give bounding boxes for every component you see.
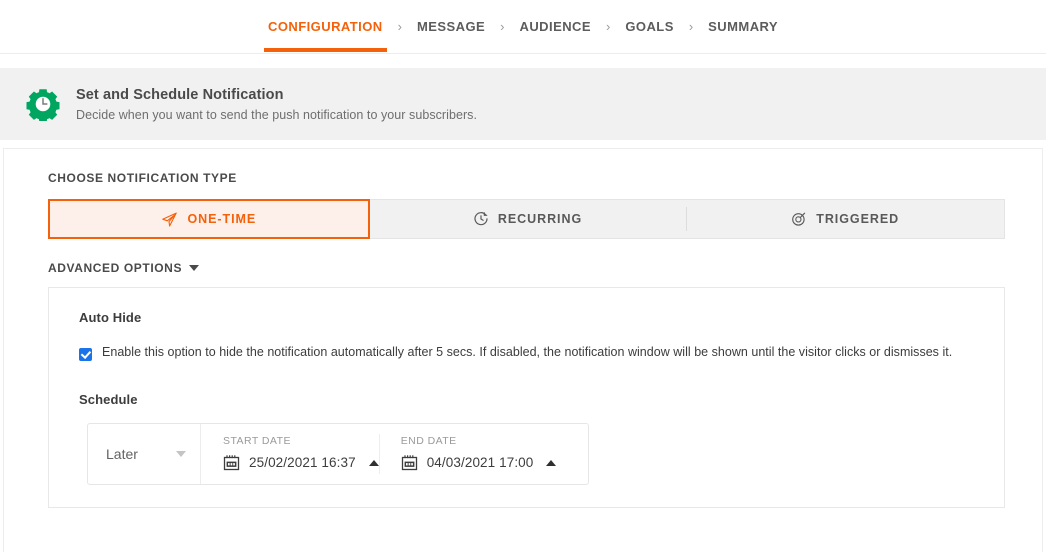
configuration-card: CHOOSE NOTIFICATION TYPE ONE-TIME RECURR… [3, 148, 1043, 552]
wizard-separator: › [498, 0, 506, 54]
notification-type-tab-recurring[interactable]: RECURRING [369, 200, 687, 238]
end-date-value: 04/03/2021 17:00 [427, 455, 534, 470]
auto-hide-row: Enable this option to hide the notificat… [79, 346, 976, 361]
choose-notification-type-label: CHOOSE NOTIFICATION TYPE [48, 171, 1000, 185]
notification-type-tab-triggered[interactable]: TRIGGERED [686, 200, 1004, 238]
schedule-when-value: Later [106, 446, 138, 462]
notification-type-tab-one-time[interactable]: ONE-TIME [48, 199, 370, 239]
chevron-down-icon [176, 451, 186, 457]
auto-hide-description: Enable this option to hide the notificat… [102, 346, 952, 360]
calendar-icon [401, 454, 418, 471]
notification-type-label: RECURRING [498, 212, 582, 226]
schedule-control: Later START DATE [87, 423, 589, 485]
banner-text: Set and Schedule Notification Decide whe… [76, 87, 477, 122]
notification-type-label: ONE-TIME [187, 212, 256, 226]
wizard-step-goals[interactable]: GOALS [612, 0, 686, 54]
auto-hide-checkbox[interactable] [79, 348, 92, 361]
wizard-step-label: GOALS [625, 19, 673, 34]
paper-plane-icon [161, 211, 178, 228]
advanced-options-panel: Auto Hide Enable this option to hide the… [48, 287, 1005, 508]
advanced-options-toggle[interactable]: ADVANCED OPTIONS [48, 261, 199, 275]
banner-title: Set and Schedule Notification [76, 87, 477, 103]
caret-down-icon [189, 265, 199, 271]
clock-refresh-icon [473, 211, 489, 227]
wizard-separator: › [687, 0, 695, 54]
wizard-navigation: CONFIGURATION › MESSAGE › AUDIENCE › GOA… [0, 0, 1046, 54]
schedule-when-select[interactable]: Later [88, 424, 201, 484]
calendar-icon [223, 454, 240, 471]
end-date-stepper-up-icon[interactable] [546, 460, 556, 466]
end-date-caption: END DATE [401, 435, 557, 447]
end-date-field[interactable]: END DATE 04/03/2021 17:00 [379, 424, 557, 484]
start-date-caption: START DATE [223, 435, 379, 447]
start-date-value-row: 25/02/2021 16:37 [223, 454, 379, 471]
page-banner: Set and Schedule Notification Decide whe… [0, 68, 1046, 140]
wizard-step-configuration[interactable]: CONFIGURATION [255, 0, 396, 54]
wizard-step-label: SUMMARY [708, 19, 778, 34]
notification-type-label: TRIGGERED [816, 212, 899, 226]
wizard-step-label: MESSAGE [417, 19, 485, 34]
gear-clock-icon [26, 87, 60, 121]
advanced-options-label: ADVANCED OPTIONS [48, 261, 182, 275]
wizard-step-audience[interactable]: AUDIENCE [507, 0, 605, 54]
start-date-stepper-up-icon[interactable] [369, 460, 379, 466]
start-date-value: 25/02/2021 16:37 [249, 455, 356, 470]
schedule-title: Schedule [79, 392, 976, 407]
target-icon [791, 211, 807, 227]
banner-subtitle: Decide when you want to send the push no… [76, 108, 477, 122]
notification-type-tabs: ONE-TIME RECURRING TRIGGERED [48, 199, 1005, 239]
wizard-step-summary[interactable]: SUMMARY [695, 0, 791, 54]
wizard-step-label: AUDIENCE [520, 19, 592, 34]
wizard-separator: › [604, 0, 612, 54]
wizard-step-message[interactable]: MESSAGE [404, 0, 498, 54]
wizard-step-label: CONFIGURATION [268, 19, 383, 34]
start-date-field[interactable]: START DATE 25/02/2021 16:37 [201, 424, 379, 484]
wizard-separator: › [396, 0, 404, 54]
auto-hide-title: Auto Hide [79, 310, 976, 325]
end-date-value-row: 04/03/2021 17:00 [401, 454, 557, 471]
